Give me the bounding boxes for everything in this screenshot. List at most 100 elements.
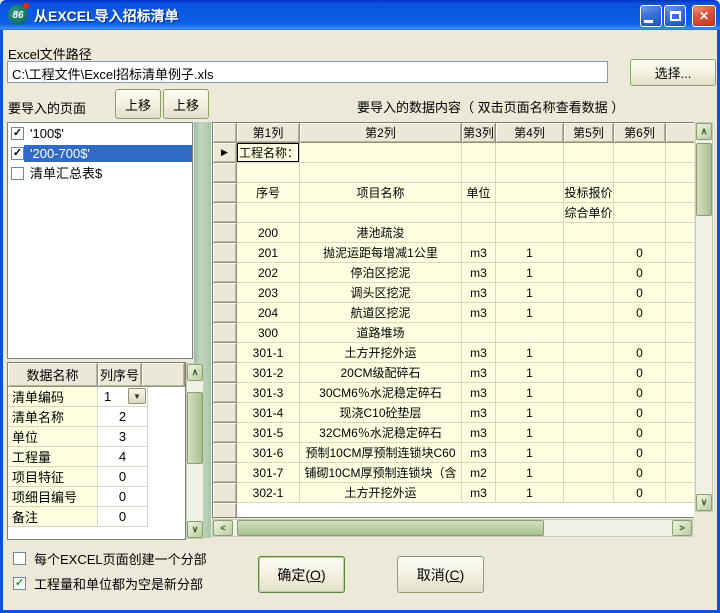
table-row[interactable] [213, 163, 694, 183]
field-map-scrollbar[interactable] [186, 363, 204, 539]
grid-cell[interactable] [564, 403, 614, 423]
cancel-button[interactable]: 取消(C) [397, 556, 484, 593]
grid-cell[interactable] [564, 163, 614, 183]
table-row[interactable]: 301-220CM级配碎石m310 [213, 363, 694, 383]
scroll-down-icon[interactable] [187, 521, 203, 538]
grid-cell[interactable]: 302-1 [237, 483, 300, 503]
grid-cell[interactable]: m3 [462, 423, 496, 443]
grid-cell[interactable]: 单位 [462, 183, 496, 203]
grid-cell[interactable]: 工程名称：某 [237, 143, 300, 163]
grid-cell[interactable]: 1 [496, 243, 564, 263]
grid-cell[interactable]: 土方开挖外运 [300, 343, 462, 363]
table-row[interactable]: 202停泊区挖泥m310 [213, 263, 694, 283]
file-path-input[interactable]: C:\工程文件\Excel招标清单例子.xls [7, 61, 608, 83]
column-header[interactable]: 第1列 [237, 123, 300, 143]
grid-cell[interactable] [564, 143, 614, 163]
page-list[interactable]: '100$''200-700$'清单汇总表$ [7, 122, 193, 359]
grid-cell[interactable] [300, 163, 462, 183]
grid-cell[interactable] [462, 223, 496, 243]
table-row[interactable]: 项细目编号0 [8, 487, 185, 507]
title-bar[interactable]: 86 从EXCEL导入招标清单 [0, 0, 720, 30]
grid-cell[interactable] [614, 223, 666, 243]
grid-cell[interactable]: 200 [237, 223, 300, 243]
browse-button[interactable]: 选择... [630, 59, 716, 86]
grid-cell[interactable] [564, 483, 614, 503]
move-up-button-2[interactable]: 上移 [163, 89, 209, 119]
list-item[interactable]: 清单汇总表$ [8, 163, 192, 183]
grid-cell[interactable] [666, 163, 694, 183]
move-up-button-1[interactable]: 上移 [115, 89, 161, 119]
table-row[interactable]: 备注0 [8, 507, 185, 527]
grid-cell[interactable]: 301-2 [237, 363, 300, 383]
grid-cell[interactable] [666, 283, 694, 303]
grid-cell[interactable] [614, 203, 666, 223]
table-row[interactable]: 301-4现浇C10砼垫层m310 [213, 403, 694, 423]
grid-cell[interactable] [666, 183, 694, 203]
data-grid[interactable]: 第1列第2列第3列第4列第5列第6列 工程名称：某序号项目名称单位投标报价综合单… [212, 122, 694, 518]
grid-cell[interactable] [564, 243, 614, 263]
scroll-up-icon[interactable] [696, 123, 712, 140]
grid-cell[interactable] [496, 143, 564, 163]
grid-cell[interactable]: 道路堆场 [300, 323, 462, 343]
grid-cell[interactable]: 0 [614, 243, 666, 263]
grid-cell[interactable]: 30CM6％水泥稳定碎石 [300, 383, 462, 403]
column-number-cell[interactable]: 4 [98, 447, 148, 467]
grid-cell[interactable]: 201 [237, 243, 300, 263]
grid-cell[interactable]: 204 [237, 303, 300, 323]
grid-cell[interactable]: 0 [614, 363, 666, 383]
grid-cell[interactable]: m3 [462, 263, 496, 283]
grid-cell[interactable] [666, 463, 694, 483]
minimize-button[interactable] [640, 5, 662, 27]
maximize-button[interactable] [664, 5, 686, 27]
scrollbar-thumb[interactable] [237, 520, 544, 536]
grid-cell[interactable] [666, 323, 694, 343]
table-row[interactable]: 301-6预制10CM厚预制连锁块C60m310 [213, 443, 694, 463]
column-number-cell[interactable]: 3 [98, 427, 148, 447]
table-row[interactable]: 201抛泥运距每增减1公里m310 [213, 243, 694, 263]
grid-cell[interactable]: 1 [496, 263, 564, 283]
table-row[interactable]: 综合单价 [213, 203, 694, 223]
grid-cell[interactable] [564, 223, 614, 243]
grid-cell[interactable] [237, 203, 300, 223]
grid-cell[interactable]: 0 [614, 303, 666, 323]
grid-cell[interactable] [496, 183, 564, 203]
checkbox-icon[interactable] [11, 167, 24, 180]
grid-cell[interactable] [614, 143, 666, 163]
grid-cell[interactable]: 301-7 [237, 463, 300, 483]
grid-cell[interactable]: 301-6 [237, 443, 300, 463]
grid-cell[interactable]: 0 [614, 263, 666, 283]
grid-cell[interactable]: 1 [496, 363, 564, 383]
grid-cell[interactable] [462, 163, 496, 183]
grid-cell[interactable] [666, 263, 694, 283]
table-row[interactable]: 200港池疏浚 [213, 223, 694, 243]
grid-cell[interactable] [300, 203, 462, 223]
list-item[interactable]: '200-700$' [8, 143, 192, 163]
grid-cell[interactable]: 航道区挖泥 [300, 303, 462, 323]
scroll-left-icon[interactable] [213, 520, 233, 536]
grid-cell[interactable] [462, 323, 496, 343]
grid-cell[interactable]: m3 [462, 363, 496, 383]
table-row[interactable]: 301-7铺砌10CM厚预制连锁块（含m210 [213, 463, 694, 483]
grid-cell[interactable] [496, 203, 564, 223]
grid-cell[interactable]: 0 [614, 343, 666, 363]
grid-cell[interactable]: 0 [614, 403, 666, 423]
grid-cell[interactable]: 1 [496, 443, 564, 463]
option-one-section-per-sheet[interactable]: 每个EXCEL页面创建一个分部 [13, 549, 207, 568]
grid-cell[interactable] [564, 383, 614, 403]
grid-cell[interactable]: 港池疏浚 [300, 223, 462, 243]
grid-cell[interactable]: m3 [462, 283, 496, 303]
checkbox-icon[interactable] [11, 127, 24, 140]
column-header[interactable]: 第4列 [496, 123, 564, 143]
chevron-down-icon[interactable] [128, 388, 146, 404]
grid-cell[interactable]: 203 [237, 283, 300, 303]
grid-cell[interactable] [564, 303, 614, 323]
grid-cell[interactable]: 综合单价 [564, 203, 614, 223]
column-header[interactable]: 第2列 [300, 123, 462, 143]
grid-cell[interactable]: m2 [462, 463, 496, 483]
grid-cell[interactable]: 32CM6％水泥稳定碎石 [300, 423, 462, 443]
table-row[interactable]: 工程量4 [8, 447, 185, 467]
grid-cell[interactable]: m3 [462, 303, 496, 323]
grid-cell[interactable]: 0 [614, 463, 666, 483]
grid-cell[interactable] [564, 263, 614, 283]
column-number-cell[interactable]: 0 [98, 467, 148, 487]
